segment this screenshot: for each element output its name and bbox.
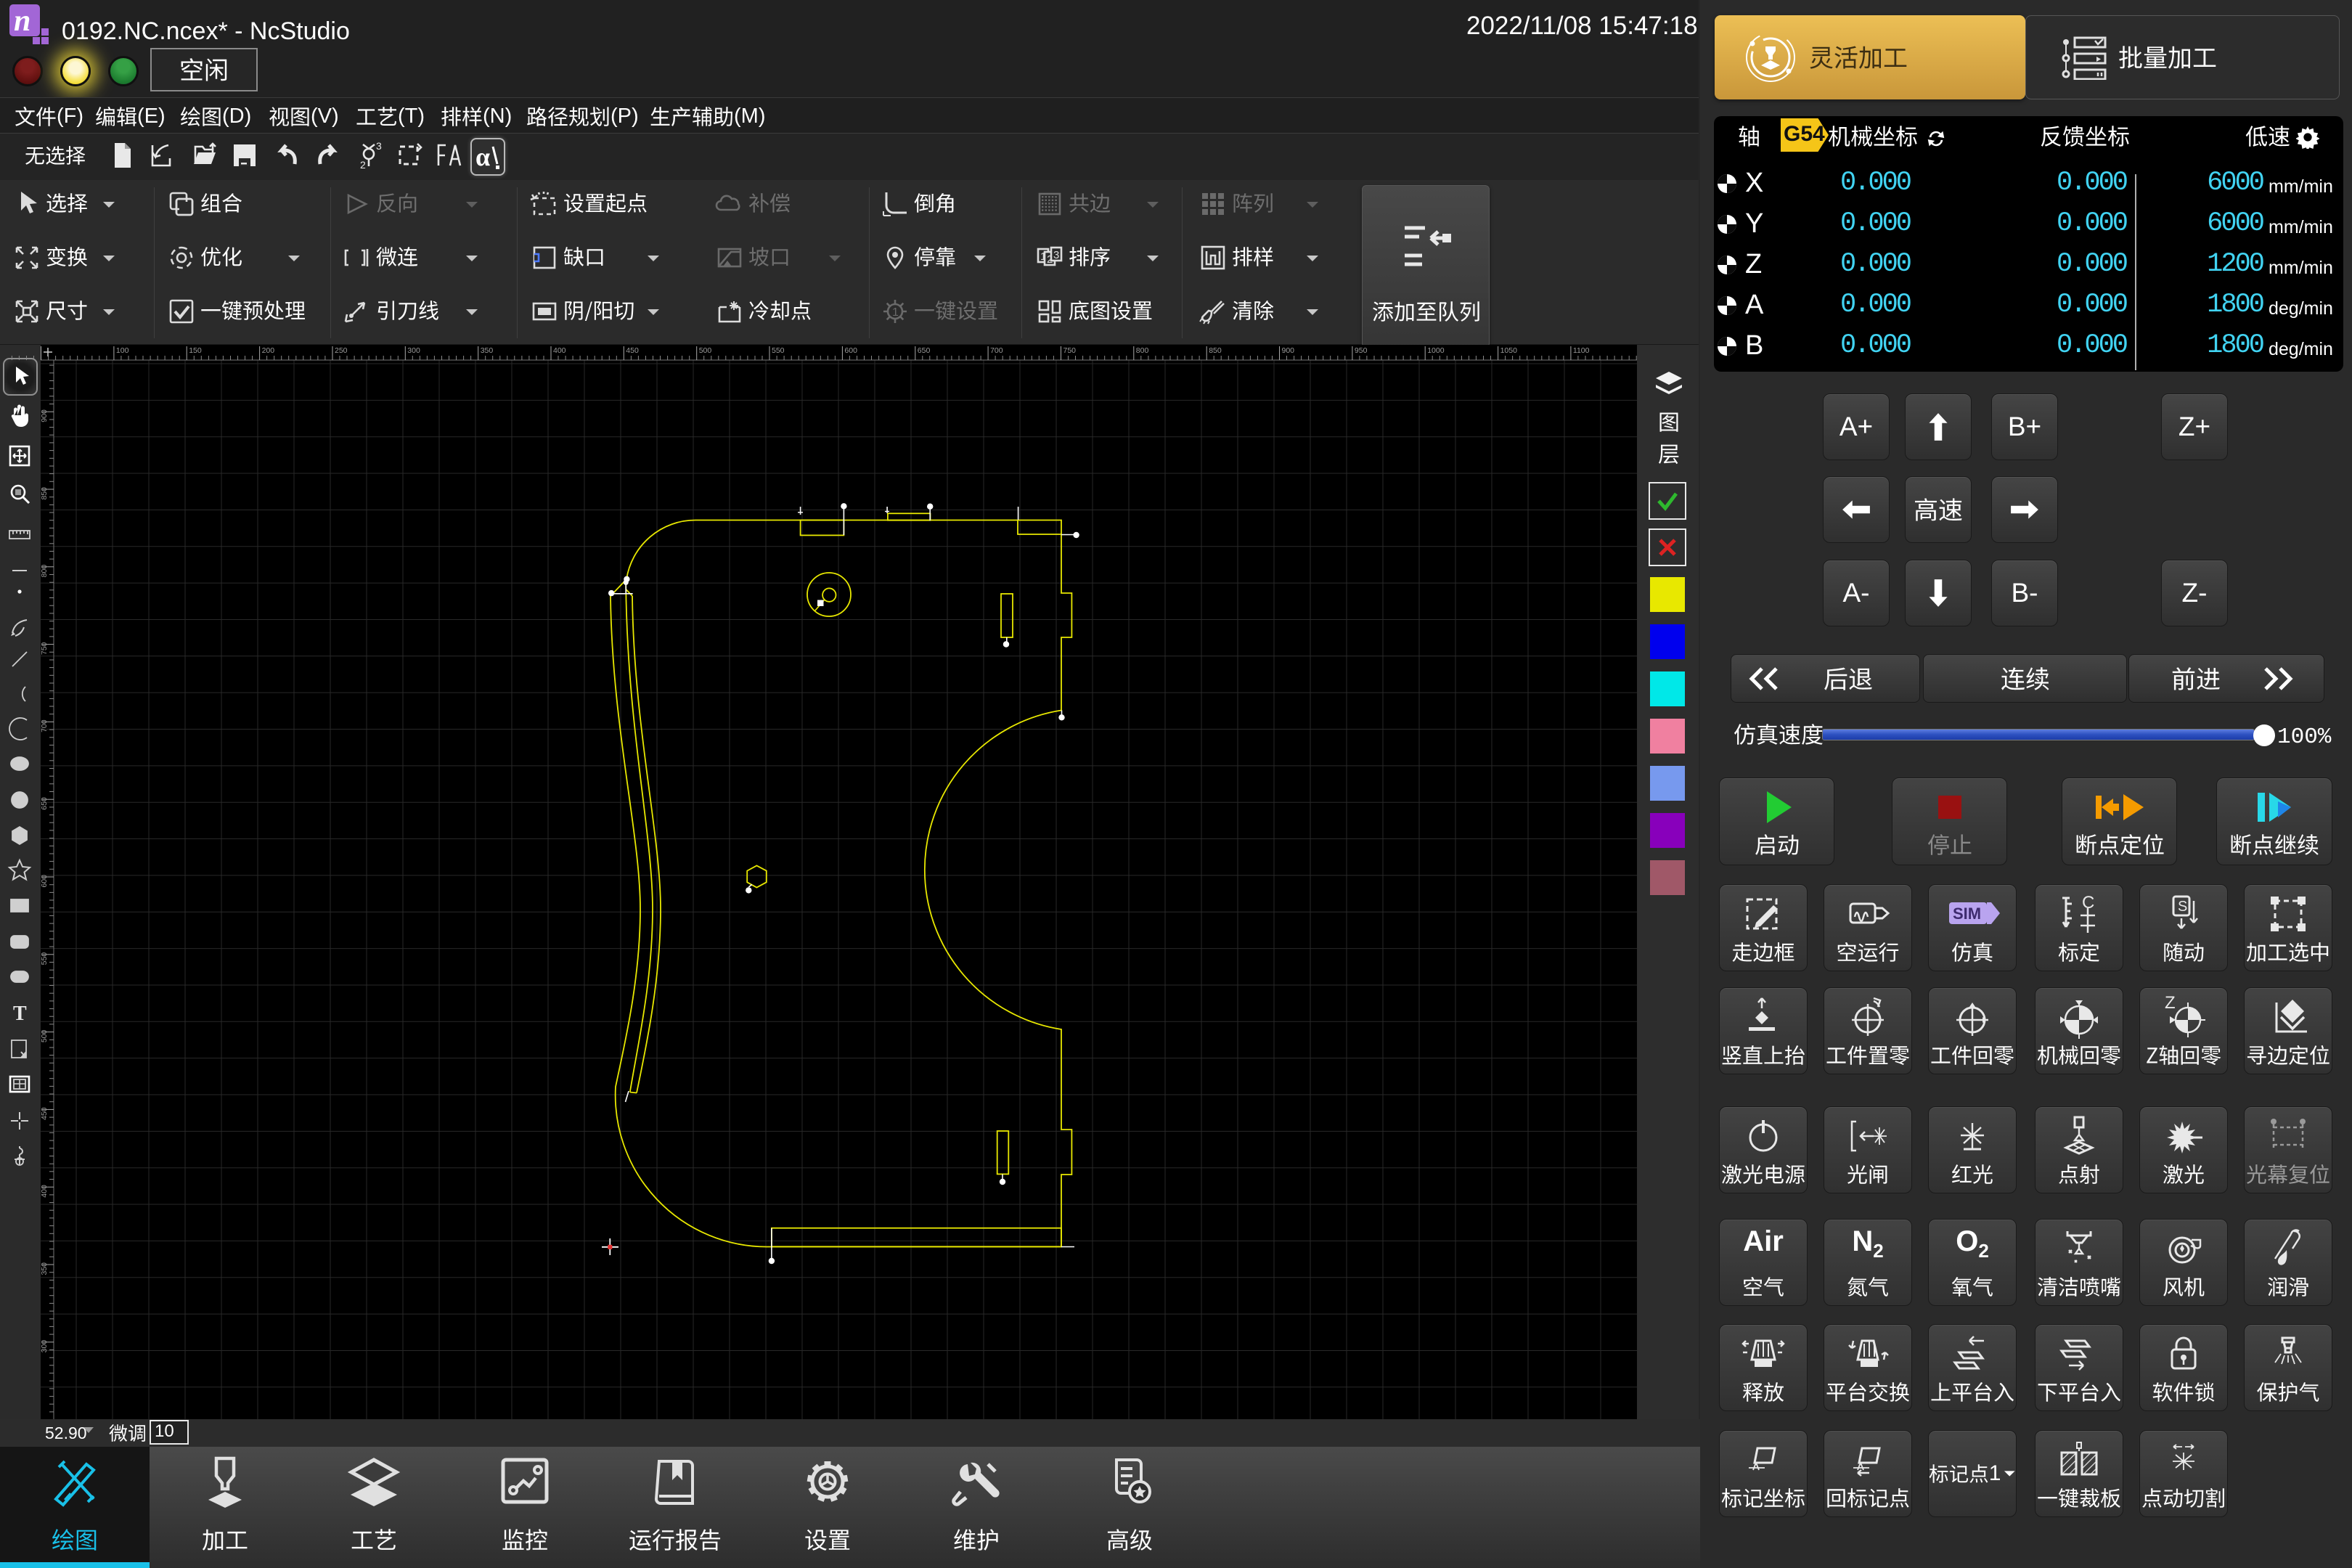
svg-text:Z: Z bbox=[2165, 994, 2176, 1013]
svg-text:SIM: SIM bbox=[1953, 905, 1981, 923]
svg-text:S: S bbox=[2178, 899, 2187, 915]
